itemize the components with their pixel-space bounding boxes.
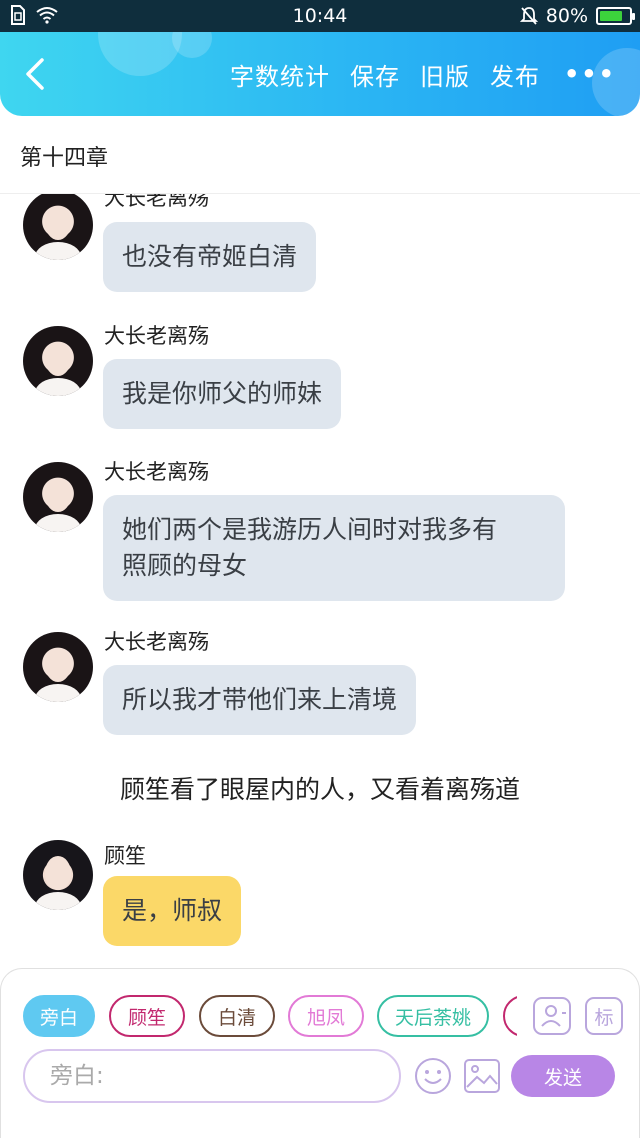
muted-bell-icon: [519, 7, 538, 25]
chapter-bar: 第十四章: [0, 116, 640, 194]
tag-button[interactable]: 标: [585, 997, 623, 1035]
header-actions: 字数统计 保存 旧版 发布 •••: [230, 32, 640, 116]
chat-list[interactable]: 大长老离殇 也没有帝姬白清 大长老离殇 我是你师父的师妹 大长老离殇 她们两个是…: [0, 194, 640, 968]
avatar[interactable]: [23, 840, 93, 910]
message-sender: 大长老离殇: [104, 324, 209, 348]
avatar[interactable]: [23, 632, 93, 702]
add-character-button[interactable]: [533, 997, 571, 1035]
back-button[interactable]: [20, 52, 56, 96]
battery-percent: 80%: [545, 5, 588, 27]
avatar[interactable]: [23, 326, 93, 396]
chapter-title[interactable]: 第十四章: [20, 140, 108, 172]
message-text-line: 照顾的母女: [122, 551, 248, 580]
message-input[interactable]: [23, 1049, 401, 1103]
battery-level: [600, 11, 623, 21]
message-bubble[interactable]: 她们两个是我游历人间时对我多有 照顾的母女: [103, 495, 565, 601]
message-bubble[interactable]: 也没有帝姬白清: [103, 222, 317, 292]
image-icon: [464, 1059, 500, 1093]
message-sender: 大长老离殇: [104, 460, 209, 484]
save-button[interactable]: 保存: [350, 57, 400, 92]
message-sender: 大长老离殇: [104, 194, 209, 210]
role-chip-xufeng[interactable]: 旭凤: [288, 995, 364, 1037]
old-version-button[interactable]: 旧版: [420, 57, 470, 92]
word-count-button[interactable]: 字数统计: [230, 57, 330, 92]
smiley-icon: [415, 1058, 451, 1094]
message-bubble[interactable]: 是，师叔: [103, 876, 242, 946]
tag-icon: 标: [594, 1006, 614, 1029]
role-chip-gusheng[interactable]: 顾笙: [109, 995, 185, 1037]
battery-icon: [596, 7, 635, 25]
avatar[interactable]: [23, 194, 93, 260]
message-bubble[interactable]: 我是你师父的师妹: [103, 359, 342, 429]
decorative-bubble: [98, 32, 182, 76]
emoji-button[interactable]: [414, 1057, 452, 1095]
message-text-line: 她们两个是我游历人间时对我多有: [122, 515, 498, 544]
input-panel: 旁白 顾笙 白清 旭凤 天后荼姚 标 发送: [0, 968, 640, 1138]
role-chip-partial[interactable]: [503, 995, 517, 1037]
role-chip-narrator[interactable]: 旁白: [23, 995, 95, 1037]
narration-text[interactable]: 顾笙看了眼屋内的人，又看着离殇道: [0, 770, 640, 806]
image-button[interactable]: [463, 1057, 501, 1095]
message-sender: 顾笙: [104, 844, 146, 868]
send-button[interactable]: 发送: [511, 1055, 615, 1097]
more-options-button[interactable]: •••: [564, 60, 616, 88]
editor-header: 字数统计 保存 旧版 发布 •••: [0, 32, 640, 116]
message-bubble[interactable]: 所以我才带他们来上清境: [103, 665, 417, 735]
message-sender: 大长老离殇: [104, 630, 209, 654]
publish-button[interactable]: 发布: [490, 57, 540, 92]
role-chip-baiqing[interactable]: 白清: [199, 995, 275, 1037]
decorative-bubble: [172, 32, 212, 58]
status-bar: 10:44 80%: [0, 0, 640, 32]
chevron-left-icon: [26, 58, 44, 90]
avatar[interactable]: [23, 462, 93, 532]
status-right-icons: 80%: [519, 5, 635, 27]
role-selector: 旁白 顾笙 白清 旭凤 天后荼姚: [23, 995, 517, 1037]
role-chip-tianhou-tuyao[interactable]: 天后荼姚: [377, 995, 489, 1037]
person-icon: [541, 1005, 566, 1027]
